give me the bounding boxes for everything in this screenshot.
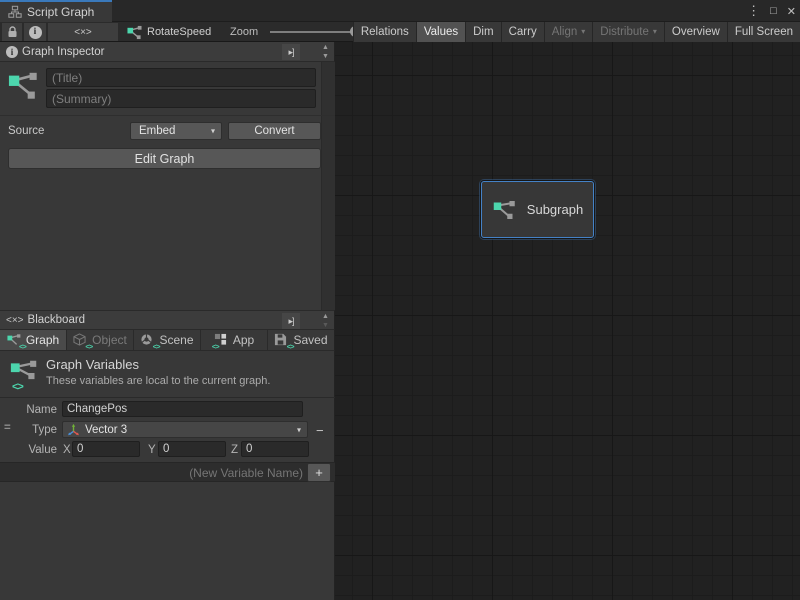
zoom-slider[interactable] — [270, 22, 360, 42]
unity-script-graph-window: Script Graph ⋮ □ ✕ i <×> — [0, 0, 800, 600]
dock-icon[interactable]: ▸] — [282, 44, 300, 60]
chevron-down-icon: ▾ — [211, 127, 215, 136]
z-label: Z — [231, 444, 238, 456]
type-dropdown[interactable]: Vector 3 ▾ — [62, 421, 308, 438]
scene-icon: <> — [140, 333, 155, 348]
graph-icon — [8, 70, 38, 100]
window-tab-bar: Script Graph ⋮ □ ✕ — [0, 0, 800, 22]
new-variable-input[interactable] — [8, 464, 303, 481]
overview-button[interactable]: Overview — [664, 22, 727, 42]
remove-variable-button[interactable]: − — [316, 423, 324, 438]
zoom-label: Zoom — [230, 26, 258, 38]
blackboard-header: <×> Blackboard ▸] ▲ ▼ — [0, 310, 335, 330]
tab-script-graph[interactable]: Script Graph — [0, 0, 112, 22]
graph-inspector-body: Source Embed ▾ Convert Edit Graph — [0, 62, 335, 310]
breadcrumb-label: RotateSpeed — [147, 26, 211, 38]
source-dropdown[interactable]: Embed ▾ — [130, 122, 222, 140]
convert-button[interactable]: Convert — [228, 122, 321, 140]
source-label: Source — [8, 125, 44, 137]
full-screen-button[interactable]: Full Screen — [727, 22, 800, 42]
graph-icon: <> — [7, 333, 22, 348]
y-value-input[interactable] — [158, 441, 226, 457]
graph-variables-icon: <> — [10, 359, 38, 387]
scroll-spinner: ▲ ▼ — [319, 43, 332, 61]
values-button[interactable]: Values — [416, 22, 465, 42]
code-view-button[interactable]: <×> — [48, 23, 118, 41]
subgraph-node[interactable]: Subgraph — [481, 181, 594, 238]
chevron-down-icon: ▾ — [297, 425, 301, 434]
app-icon: <> — [214, 333, 229, 348]
x-value-input[interactable] — [72, 441, 140, 457]
summary-input[interactable] — [46, 89, 316, 108]
section-description: These variables are local to the current… — [46, 375, 270, 387]
title-input[interactable] — [46, 68, 316, 87]
add-variable-button[interactable]: + — [307, 463, 331, 482]
x-label: X — [63, 444, 71, 456]
scroll-down-icon[interactable]: ▼ — [322, 52, 329, 61]
code-icon: <×> — [74, 27, 92, 38]
tab-label: Script Graph — [27, 5, 94, 19]
window-controls: ⋮ □ ✕ — [747, 0, 796, 22]
blackboard-tabs: <> Graph <> Object <> Scene — [0, 330, 335, 351]
script-graph-icon — [8, 5, 22, 19]
y-label: Y — [148, 444, 156, 456]
type-value: Vector 3 — [85, 424, 127, 436]
vector3-icon — [67, 423, 80, 436]
lock-icon — [7, 26, 18, 38]
info-icon: i — [29, 26, 42, 39]
tab-graph[interactable]: <> Graph — [0, 330, 66, 350]
toolbar-toggles: Relations Values Dim Carry Align ▾ Distr… — [353, 22, 800, 42]
info-icon: i — [6, 46, 18, 58]
variable-row: = Name Type Vector 3 ▾ − Value X Y Z — [0, 398, 335, 462]
menu-icon[interactable]: ⋮ — [747, 3, 760, 19]
inspect-button[interactable]: i — [24, 23, 46, 41]
dim-button[interactable]: Dim — [465, 22, 500, 42]
carry-button[interactable]: Carry — [501, 22, 544, 42]
type-label: Type — [2, 424, 57, 436]
subgraph-icon — [492, 198, 518, 222]
blackboard-icon: <×> — [6, 315, 24, 326]
new-variable-row: + — [0, 462, 335, 482]
scroll-down-icon[interactable]: ▼ — [322, 321, 329, 330]
z-value-input[interactable] — [241, 441, 309, 457]
graph-canvas[interactable]: Subgraph — [335, 42, 800, 600]
chevron-down-icon: ▾ — [653, 28, 657, 36]
close-icon[interactable]: ✕ — [787, 5, 796, 18]
graph-asset-icon — [127, 25, 142, 40]
chevron-down-icon: ▾ — [581, 28, 585, 36]
tab-app[interactable]: <> App — [200, 330, 267, 350]
blackboard-body: <> Graph Variables These variables are l… — [0, 351, 335, 600]
graph-inspector-header: i Graph Inspector ▸] ▲ ▼ — [0, 42, 335, 62]
value-label: Value — [2, 444, 57, 456]
tab-object[interactable]: <> Object — [66, 330, 133, 350]
scroll-up-icon[interactable]: ▲ — [322, 312, 329, 321]
tab-scene[interactable]: <> Scene — [133, 330, 200, 350]
save-icon: <> — [274, 333, 289, 348]
zoom-slider-track — [270, 31, 360, 33]
align-dropdown[interactable]: Align ▾ — [544, 22, 593, 42]
name-label: Name — [2, 404, 57, 416]
section-title: Graph Variables — [46, 357, 139, 372]
scroll-up-icon[interactable]: ▲ — [322, 43, 329, 52]
source-value: Embed — [139, 125, 175, 137]
graph-inspector-title: Graph Inspector — [22, 46, 104, 58]
edit-graph-button[interactable]: Edit Graph — [8, 148, 321, 169]
distribute-dropdown[interactable]: Distribute ▾ — [592, 22, 664, 42]
lock-button[interactable] — [2, 23, 22, 41]
maximize-icon[interactable]: □ — [770, 5, 777, 17]
tab-saved[interactable]: <> Saved — [267, 330, 334, 350]
variable-name-input[interactable] — [62, 401, 303, 417]
inspector-scrollbar[interactable] — [321, 62, 335, 310]
cube-icon: <> — [73, 333, 88, 348]
dock-icon[interactable]: ▸] — [282, 313, 300, 329]
graph-toolbar: i <×> RotateSpeed Zoom 1x Relations Valu… — [0, 22, 800, 42]
blackboard-title: Blackboard — [28, 314, 86, 326]
relations-button[interactable]: Relations — [353, 22, 416, 42]
subgraph-node-label: Subgraph — [527, 202, 583, 217]
scroll-spinner: ▲ ▼ — [319, 312, 332, 330]
breadcrumb[interactable]: RotateSpeed — [127, 22, 211, 42]
